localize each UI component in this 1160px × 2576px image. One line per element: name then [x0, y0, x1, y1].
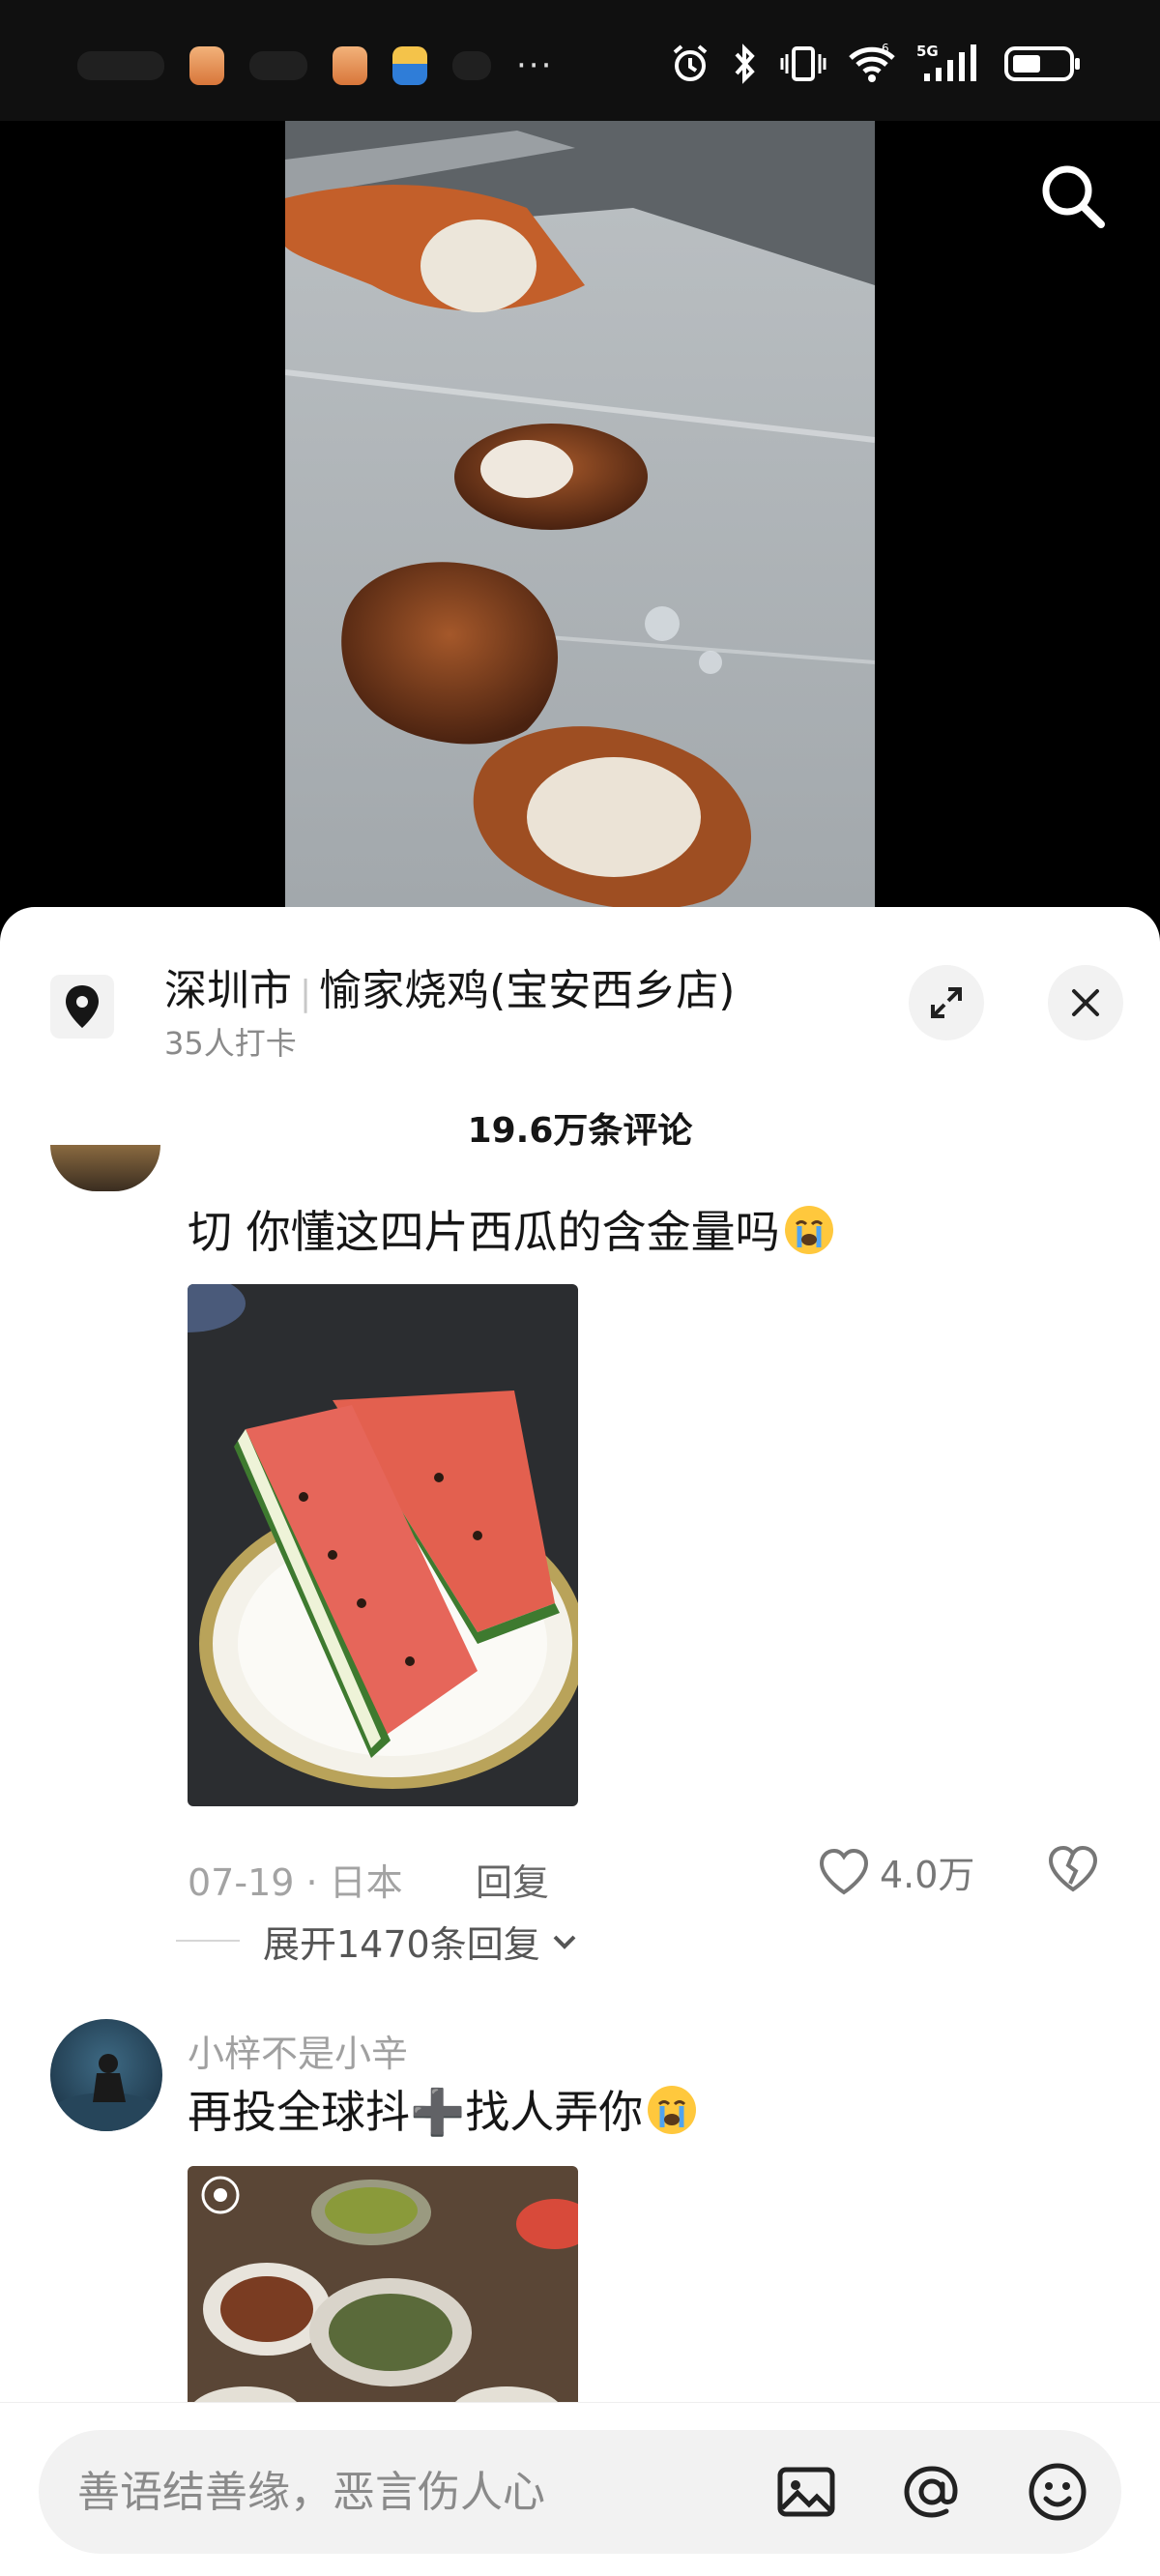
- status-bar-indicators: 6 5G: [669, 43, 1083, 85]
- comment-meta: 07-19 · 日本: [188, 1861, 403, 1904]
- image-icon: [777, 2467, 835, 2517]
- divider: [176, 1940, 240, 1942]
- emoji-button[interactable]: [1025, 2459, 1090, 2525]
- comment-text: 再投全球抖➕找人弄你: [188, 2077, 699, 2141]
- roast-chicken-video-frame: [285, 121, 875, 909]
- video-frame[interactable]: [285, 121, 875, 909]
- video-player[interactable]: [0, 121, 1160, 909]
- comment-input-bar: [0, 2402, 1160, 2576]
- comment-image[interactable]: [188, 2166, 578, 2417]
- comment-count: 19.6万条评论: [467, 1111, 693, 1151]
- location-pin-icon: [66, 985, 99, 1028]
- comment-input[interactable]: [77, 2463, 754, 2521]
- expand-replies-label: 展开1470条回复: [263, 1923, 540, 1966]
- like-button[interactable]: 4.0万: [818, 1845, 974, 1898]
- comment-input-container[interactable]: [39, 2430, 1121, 2554]
- diver-avatar-image: [50, 2054, 162, 2131]
- close-button[interactable]: [1048, 965, 1123, 1040]
- vibrate-icon: [780, 46, 826, 81]
- location-store: 愉家烧鸡(宝安西乡店): [319, 966, 736, 1015]
- username[interactable]: 小梓不是小辛: [188, 2024, 408, 2077]
- alarm-icon: [673, 44, 708, 81]
- notification-app-icon: [392, 46, 427, 85]
- avatar[interactable]: [50, 2019, 162, 2131]
- at-icon: [904, 2466, 958, 2518]
- dislike-button[interactable]: [1047, 1845, 1099, 1897]
- location-badge[interactable]: [50, 975, 114, 1039]
- cellular-signal-icon: 5G: [916, 43, 976, 81]
- image-button[interactable]: [773, 2459, 839, 2525]
- like-count: 4.0万: [880, 1854, 975, 1896]
- expand-replies-button[interactable]: 展开1470条回复: [263, 1915, 581, 1968]
- blurred-text: [77, 51, 164, 80]
- checkin-count: 35人打卡: [164, 1025, 297, 1062]
- title-separator: |: [300, 974, 312, 1013]
- svg-text:6: 6: [882, 43, 889, 55]
- comment-image[interactable]: [188, 1284, 578, 1806]
- chevron-down-icon: [553, 1935, 576, 1949]
- avatar[interactable]: [50, 1145, 160, 1191]
- search-button[interactable]: [1034, 158, 1112, 235]
- location-city: 深圳市: [164, 966, 292, 1015]
- location-title[interactable]: 深圳市 | 愉家烧鸡(宝安西乡店): [164, 955, 735, 1017]
- broken-heart-icon: [1048, 1845, 1098, 1892]
- food-table-photo: [188, 2166, 578, 2417]
- close-icon: [1072, 989, 1099, 1016]
- blurred-text: [249, 51, 307, 80]
- comment-sheet: 深圳市 | 愉家烧鸡(宝安西乡店) 35人打卡 19.6万条评论 切 你懂这四片西瓜…: [0, 907, 1160, 2576]
- comment-body: 再投全球抖➕找人弄你: [188, 2086, 644, 2138]
- notification-app-icon: [333, 46, 367, 85]
- watermelon-photo: [188, 1284, 578, 1806]
- blurred-text: [452, 51, 491, 80]
- search-icon: [1042, 165, 1105, 228]
- wifi-icon: 6: [849, 43, 895, 82]
- emoji-icon: [1029, 2463, 1087, 2521]
- svg-text:5G: 5G: [916, 43, 939, 60]
- notification-app-icon: [189, 46, 224, 85]
- heart-icon: [819, 1848, 869, 1894]
- comment-text: 切 你懂这四片西瓜的含金量吗: [188, 1197, 836, 1261]
- expand-icon: [931, 987, 962, 1018]
- crying-emoji-icon: [648, 2086, 697, 2134]
- comment-body: 切 你懂这四片西瓜的含金量吗: [188, 1206, 780, 1258]
- mention-button[interactable]: [899, 2459, 965, 2525]
- battery-icon: [1004, 46, 1080, 81]
- status-bar-notifications: ···: [77, 46, 553, 85]
- expand-button[interactable]: [909, 965, 984, 1040]
- more-notifications-icon: ···: [516, 46, 554, 85]
- reply-button[interactable]: 回复: [476, 1853, 549, 1906]
- status-bar: ··· 6 5G: [0, 0, 1160, 121]
- bluetooth-icon: [735, 44, 755, 84]
- crying-emoji-icon: [784, 1206, 833, 1254]
